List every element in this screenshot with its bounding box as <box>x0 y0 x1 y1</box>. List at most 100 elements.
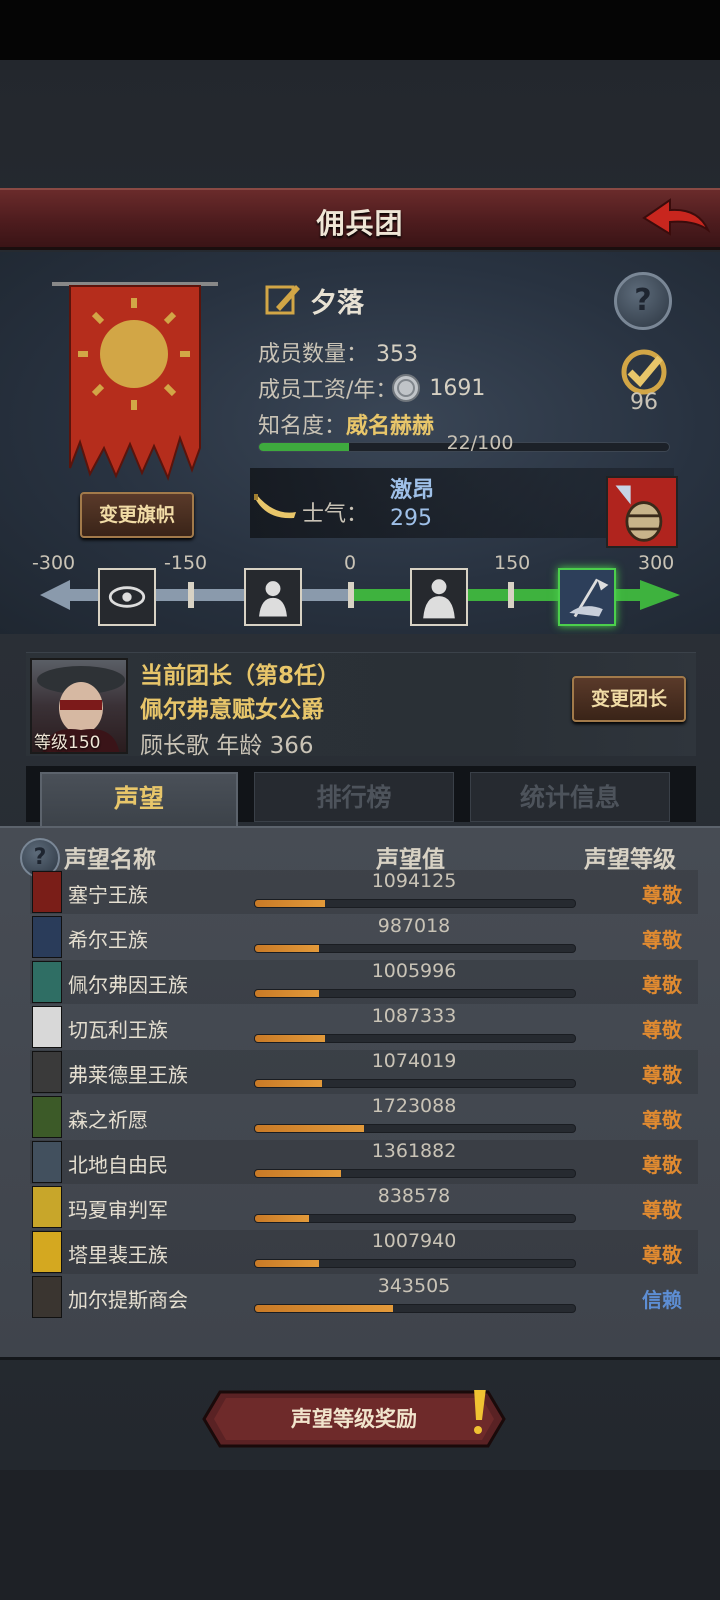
reputation-value: 1094125 <box>371 870 457 892</box>
bottom-area <box>0 1470 720 1600</box>
reputation-level: 尊敬 <box>642 1018 682 1042</box>
faction-crest-icon <box>32 871 62 913</box>
reputation-progress-fill <box>255 1305 393 1312</box>
reputation-progress-fill <box>255 1260 319 1267</box>
reputation-value: 838578 <box>377 1185 451 1207</box>
faction-name: 玛夏审判军 <box>68 1198 168 1222</box>
list-item[interactable]: 森之祈愿 1723088 尊敬 <box>30 1095 698 1139</box>
tab-reputation[interactable]: 声望 <box>40 772 238 830</box>
reputation-progress-fill <box>255 990 319 997</box>
faction-crest-icon <box>32 916 62 958</box>
edit-name-icon[interactable] <box>264 281 302 319</box>
reputation-progress-bar <box>254 1034 576 1043</box>
reputation-level: 尊敬 <box>642 1198 682 1222</box>
reputation-progress-bar <box>254 1169 576 1178</box>
company-banner-icon <box>52 282 218 481</box>
scale-label-neg: -150 <box>164 552 208 574</box>
morale-despair-icon <box>244 568 302 626</box>
wage-label: 成员工资/年： <box>258 378 398 403</box>
scale-label-pos: 150 <box>494 552 531 574</box>
help-button[interactable]: ? <box>614 272 672 330</box>
reputation-progress-bar <box>254 1304 576 1313</box>
status-bar <box>0 0 720 60</box>
fame-progress-fill <box>259 443 350 451</box>
faction-name: 北地自由民 <box>68 1153 168 1177</box>
morale-steady-icon <box>410 568 468 626</box>
change-flag-button[interactable]: 变更旗帜 <box>80 492 194 538</box>
company-name: 夕落 <box>310 287 364 319</box>
list-item[interactable]: 切瓦利王族 1087333 尊敬 <box>30 1005 698 1049</box>
list-item[interactable]: 佩尔弗因王族 1005996 尊敬 <box>30 960 698 1004</box>
header-reputation-value: 声望值 <box>376 847 445 873</box>
faction-crest-icon <box>32 1231 62 1273</box>
back-arrow-icon[interactable] <box>640 196 712 244</box>
reputation-progress-fill <box>255 945 319 952</box>
reputation-progress-bar <box>254 899 576 908</box>
reputation-progress-fill <box>255 1125 364 1132</box>
list-item[interactable]: 加尔提斯商会 343505 信赖 <box>30 1275 698 1319</box>
reputation-level: 尊敬 <box>642 928 682 952</box>
reputation-progress-fill <box>255 1170 342 1177</box>
morale-inspired-icon <box>558 568 616 626</box>
reputation-progress-bar <box>254 1259 576 1268</box>
wage-value: 1691 <box>429 375 486 401</box>
header-reputation-level: 声望等级 <box>584 847 676 873</box>
scale-label-max: 300 <box>638 552 675 574</box>
reputation-progress-fill <box>255 1080 323 1087</box>
faction-name: 加尔提斯商会 <box>68 1288 188 1312</box>
reputation-progress-fill <box>255 1215 310 1222</box>
fame-label: 知名度： <box>258 414 347 439</box>
reputation-level: 尊敬 <box>642 1108 682 1132</box>
list-item[interactable]: 弗莱德里王族 1074019 尊敬 <box>30 1050 698 1094</box>
reputation-progress-bar <box>254 1124 576 1133</box>
reputation-level: 尊敬 <box>642 1153 682 1177</box>
achievement-count: 96 <box>630 390 658 415</box>
reputation-level: 尊敬 <box>642 1063 682 1087</box>
header-bar: 佣兵团 <box>0 188 720 250</box>
faction-name: 塞宁王族 <box>68 883 148 907</box>
list-item[interactable]: 北地自由民 1361882 尊敬 <box>30 1140 698 1184</box>
list-item[interactable]: 塔里裴王族 1007940 尊敬 <box>30 1230 698 1274</box>
faction-name: 森之祈愿 <box>68 1108 148 1132</box>
faction-name: 佩尔弗因王族 <box>68 973 188 997</box>
list-item[interactable]: 塞宁王族 1094125 尊敬 <box>30 870 698 914</box>
wage-stat: 成员工资/年： 1691 <box>258 372 485 404</box>
list-item[interactable]: 玛夏审判军 838578 尊敬 <box>30 1185 698 1229</box>
horn-icon <box>254 494 296 519</box>
question-icon: ? <box>634 283 652 318</box>
page-title: 佣兵团 <box>316 207 404 240</box>
reputation-level: 尊敬 <box>642 1243 682 1267</box>
reputation-value: 1361882 <box>371 1140 457 1162</box>
list-item[interactable]: 希尔王族 987018 尊敬 <box>30 915 698 959</box>
reputation-value: 1005996 <box>371 960 457 982</box>
reputation-reward-button[interactable] <box>202 1390 506 1448</box>
reputation-value: 987018 <box>377 915 451 937</box>
change-leader-button[interactable]: 变更团长 <box>572 676 686 722</box>
reputation-value: 1723088 <box>371 1095 457 1117</box>
reputation-progress-bar <box>254 944 576 953</box>
faction-name: 弗莱德里王族 <box>68 1063 188 1087</box>
header-reputation-name: 声望名称 <box>64 847 156 873</box>
faction-crest-icon <box>32 1006 62 1048</box>
leader-details: 顾长歌 年龄 366 <box>140 733 314 759</box>
reputation-level: 尊敬 <box>642 973 682 997</box>
faction-crest-icon <box>32 1096 62 1138</box>
reputation-progress-bar <box>254 1214 576 1223</box>
faction-crest-icon <box>32 1051 62 1093</box>
ale-barrel-icon[interactable] <box>606 476 678 548</box>
scale-label-min: -300 <box>32 552 76 574</box>
members-label: 成员数量： <box>258 342 369 367</box>
reputation-level: 信赖 <box>642 1288 682 1312</box>
tab-ranking[interactable]: 排行榜 <box>254 772 454 822</box>
faction-crest-icon <box>32 1186 62 1228</box>
faction-crest-icon <box>32 1276 62 1318</box>
reputation-value: 343505 <box>377 1275 451 1297</box>
fame-value: 威名赫赫 <box>346 414 435 439</box>
reputation-progress-bar <box>254 989 576 998</box>
faction-crest-icon <box>32 1141 62 1183</box>
faction-name: 切瓦利王族 <box>68 1018 168 1042</box>
reputation-progress-bar <box>254 1079 576 1088</box>
tab-statistics[interactable]: 统计信息 <box>470 772 670 822</box>
reputation-value: 1007940 <box>371 1230 457 1252</box>
leader-title: 当前团长（第8任） <box>140 663 341 689</box>
